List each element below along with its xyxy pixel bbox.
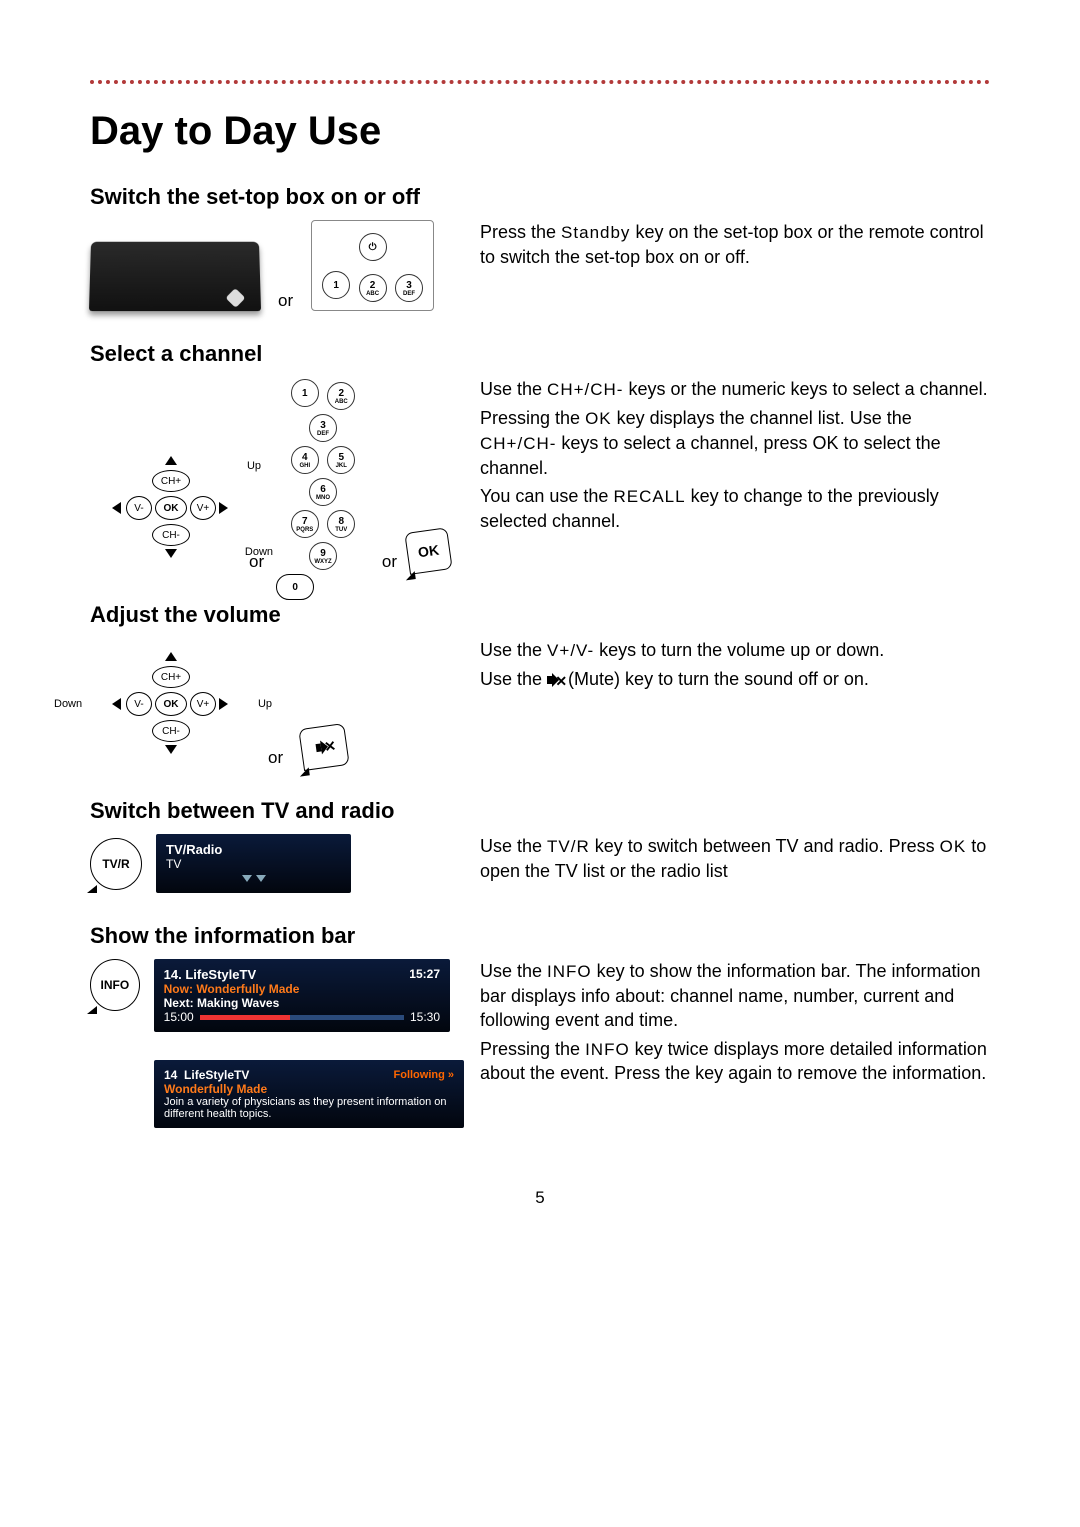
key-2: 2ABC [327, 382, 355, 410]
or-label: or [382, 552, 397, 572]
heading-standby: Switch the set-top box on or off [90, 184, 990, 210]
ch-minus: CH- [152, 524, 190, 546]
dotted-rule [90, 80, 990, 84]
key-8: 8TUV [327, 510, 355, 538]
key-3: 3DEF [309, 414, 337, 442]
key-6: 6MNO [309, 478, 337, 506]
arrow-up-icon [165, 456, 177, 465]
ch-plus: CH+ [152, 666, 190, 688]
v-minus: V- [126, 496, 152, 520]
arrow-left-icon [112, 502, 121, 514]
channel-text: Use the CH+/CH- keys or the numeric keys… [480, 377, 990, 537]
tvradio-text: Use the TV/R key to switch between TV an… [480, 834, 990, 887]
key-1: 1 [291, 379, 319, 407]
arrow-right-icon [219, 698, 228, 710]
tvr-key-icon: TV/R [90, 838, 142, 890]
page-number: 5 [90, 1188, 990, 1208]
or-label: or [268, 748, 283, 768]
key-4: 4GHI [291, 446, 319, 474]
volume-text: Use the V+/V- keys to turn the volume up… [480, 638, 990, 695]
label-up: Up [247, 460, 261, 472]
page-title: Day to Day Use [90, 109, 990, 154]
standby-graphics: or ⏻ 1 2ABC 3DEF [90, 220, 450, 311]
osd-detail: 14 LifeStyleTV Following » Wonderfully M… [154, 1060, 464, 1128]
key-9: 9WXYZ [309, 542, 337, 570]
arrow-down-icon [165, 745, 177, 754]
volume-graphics: CH+ CH- V- V+ OK Down Up or ✕ [90, 638, 450, 768]
label-down: Down [245, 546, 273, 558]
power-icon: ⏻ [359, 233, 387, 261]
label-down: Down [54, 698, 82, 710]
heading-volume: Adjust the volume [90, 602, 990, 628]
key-5: 5JKL [327, 446, 355, 474]
v-plus: V+ [190, 496, 216, 520]
or-label: or [278, 291, 293, 311]
mute-icon: ✕ [547, 673, 563, 687]
arrow-down-icon [165, 549, 177, 558]
v-plus: V+ [190, 692, 216, 716]
arrow-left-icon [112, 698, 121, 710]
label-up: Up [258, 698, 272, 710]
numeric-keypad: 1 2ABC 3DEF 4GHI 5JKL 6MNO 7PQRS 8TUV 9W… [274, 377, 372, 572]
settop-box-image [89, 242, 261, 311]
tvradio-graphics: TV/R TV/Radio TV [90, 834, 450, 893]
ok-center: OK [155, 692, 187, 716]
dpad-diagram: CH+ CH- V- V+ OK Up Down [90, 442, 239, 572]
key-0: 0 [276, 574, 314, 600]
info-text: Use the INFO key to show the information… [480, 959, 990, 1090]
info-key-icon: INFO [90, 959, 140, 1011]
osd-infobar: 15:27 14. LifeStyleTV Now: Wonderfully M… [154, 959, 450, 1032]
key-3: 3DEF [395, 274, 423, 302]
mute-icon: ✕ [315, 739, 333, 755]
ch-minus: CH- [152, 720, 190, 742]
key-1: 1 [322, 271, 350, 299]
ok-button-icon: OK [404, 527, 452, 575]
heading-info: Show the information bar [90, 923, 990, 949]
ok-center: OK [155, 496, 187, 520]
dpad-diagram: CH+ CH- V- V+ OK Down Up [90, 638, 250, 768]
heading-channel: Select a channel [90, 341, 990, 367]
v-minus: V- [126, 692, 152, 716]
channel-graphics: CH+ CH- V- V+ OK Up Down or 1 2ABC 3DEF [90, 377, 450, 572]
osd-tvradio: TV/Radio TV [156, 834, 351, 893]
standby-text: Press the Standby key on the set-top box… [480, 220, 990, 273]
heading-tvradio: Switch between TV and radio [90, 798, 990, 824]
info-graphics: INFO 15:27 14. LifeStyleTV Now: Wonderfu… [90, 959, 450, 1128]
standby-key: Standby [561, 223, 630, 242]
arrow-right-icon [219, 502, 228, 514]
remote-power-fragment: ⏻ 1 2ABC 3DEF [311, 220, 434, 311]
ch-plus: CH+ [152, 470, 190, 492]
key-2: 2ABC [359, 274, 387, 302]
mute-button-icon: ✕ [298, 723, 349, 771]
key-7: 7PQRS [291, 510, 319, 538]
arrow-up-icon [165, 652, 177, 661]
